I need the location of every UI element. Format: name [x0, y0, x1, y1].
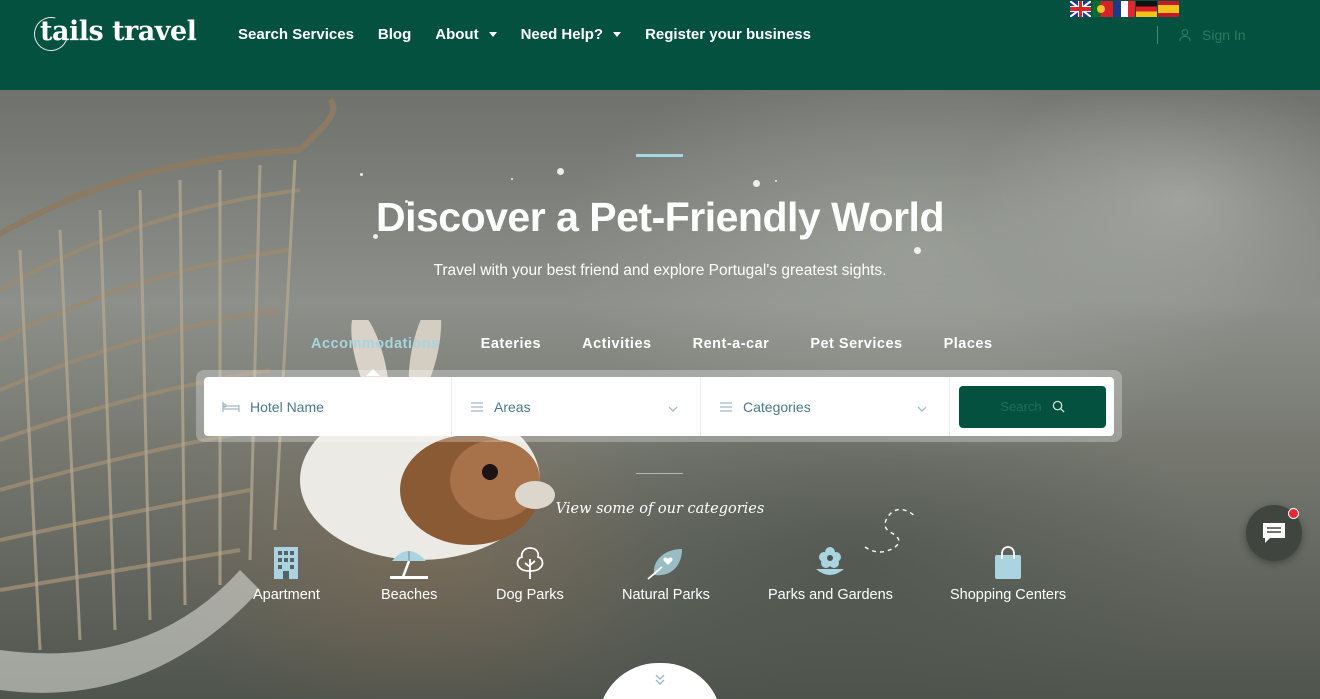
nav-need-help[interactable]: Need Help? — [521, 26, 622, 43]
divider — [1157, 26, 1158, 44]
category-beaches[interactable]: Beaches — [381, 545, 437, 603]
chevron-down-icon — [917, 399, 927, 415]
site-header: tails travel Search Services Blog About … — [0, 0, 1320, 90]
spanish-flag-icon[interactable] — [1158, 1, 1179, 17]
category-label: Beaches — [381, 587, 438, 603]
language-selector — [1070, 1, 1179, 17]
nav-label: Blog — [377, 26, 412, 43]
user-icon — [1179, 29, 1191, 42]
decor-line — [636, 473, 683, 474]
flower-pot-icon — [768, 545, 893, 581]
nav-label: Register your business — [645, 26, 811, 43]
nav-search-services[interactable]: Search Services — [238, 26, 354, 43]
category-parks-and-gardens[interactable]: Parks and Gardens — [768, 545, 893, 603]
shopping-bag-icon — [950, 545, 1066, 581]
tab-accommodations[interactable]: Accommodations — [311, 336, 440, 376]
category-apartment[interactable]: Apartment — [253, 545, 320, 603]
category-label: Shopping Centers — [950, 587, 1067, 603]
chat-bubble-icon — [1263, 523, 1285, 543]
category-natural-parks[interactable]: Natural Parks — [622, 545, 710, 603]
tab-activities[interactable]: Activities — [582, 336, 651, 352]
caret-down-icon — [613, 32, 622, 37]
hotel-name-placeholder: Hotel Name — [250, 398, 324, 415]
category-dog-parks[interactable]: Dog Parks — [496, 545, 564, 603]
hero-subtitle: Travel with your best friend and explore… — [433, 262, 887, 279]
scroll-down-button[interactable] — [598, 663, 722, 699]
bed-icon — [222, 401, 240, 413]
search-form: Hotel Name Areas Categories Search — [204, 377, 1114, 436]
german-flag-icon[interactable] — [1136, 1, 1157, 17]
chevron-down-icon — [668, 399, 678, 415]
decor-dot — [511, 178, 513, 180]
category-label: Dog Parks — [496, 587, 564, 603]
english-flag-icon[interactable] — [1070, 1, 1091, 17]
notification-badge — [1288, 508, 1299, 519]
nav-register-business[interactable]: Register your business — [645, 26, 811, 43]
search-button-label: Search — [1000, 399, 1042, 414]
areas-label: Areas — [494, 398, 531, 415]
categories-select[interactable]: Categories — [701, 377, 950, 436]
caret-down-icon — [488, 32, 497, 37]
tab-eateries[interactable]: Eateries — [481, 336, 541, 352]
chat-button[interactable] — [1246, 505, 1302, 561]
nav-about[interactable]: About — [435, 26, 497, 43]
double-chevron-down-icon — [655, 674, 665, 685]
search-panel: Hotel Name Areas Categories Search — [196, 370, 1122, 442]
decor-dot — [775, 180, 777, 182]
category-label: Apartment — [253, 587, 320, 603]
list-icon — [470, 401, 484, 412]
nav-label: About — [435, 26, 479, 43]
service-tabs: Accommodations Eateries Activities Rent-… — [311, 336, 1034, 376]
search-button[interactable]: Search — [959, 385, 1106, 428]
beach-umbrella-icon — [381, 545, 437, 581]
tab-places[interactable]: Places — [944, 336, 993, 352]
apartment-icon — [253, 545, 320, 581]
list-icon — [719, 401, 733, 412]
tab-pet-services[interactable]: Pet Services — [810, 336, 902, 352]
search-icon — [1052, 400, 1065, 413]
category-label: Natural Parks — [622, 587, 710, 603]
hero-section: Discover a Pet-Friendly World Travel wit… — [0, 90, 1320, 699]
leaf-heart-icon — [622, 545, 710, 581]
logo[interactable]: tails travel — [27, 10, 197, 58]
portuguese-flag-icon[interactable] — [1092, 1, 1113, 17]
categories-heading: View some of our categories — [555, 501, 765, 517]
category-label: Parks and Gardens — [768, 587, 893, 603]
decor-dot — [557, 168, 564, 175]
category-shopping-centers[interactable]: Shopping Centers — [950, 545, 1066, 603]
nav-blog[interactable]: Blog — [378, 26, 411, 43]
sign-in-label: Sign In — [1202, 27, 1246, 43]
decor-dot — [914, 247, 921, 254]
nav-label: Search Services — [238, 26, 354, 43]
tree-icon — [496, 545, 564, 581]
nav-label: Need Help? — [520, 26, 604, 43]
categories-label: Categories — [743, 398, 811, 415]
sign-in-link[interactable]: Sign In — [1178, 27, 1246, 43]
hero-title: Discover a Pet-Friendly World — [375, 194, 945, 240]
main-nav: Search Services Blog About Need Help? Re… — [238, 26, 835, 43]
areas-select[interactable]: Areas — [452, 377, 701, 436]
decor-dot — [753, 180, 760, 187]
french-flag-icon[interactable] — [1114, 1, 1135, 17]
decor-line — [636, 154, 683, 157]
tab-rent-a-car[interactable]: Rent-a-car — [693, 336, 770, 352]
decor-dot — [360, 173, 363, 176]
hotel-name-input[interactable]: Hotel Name — [204, 377, 452, 436]
